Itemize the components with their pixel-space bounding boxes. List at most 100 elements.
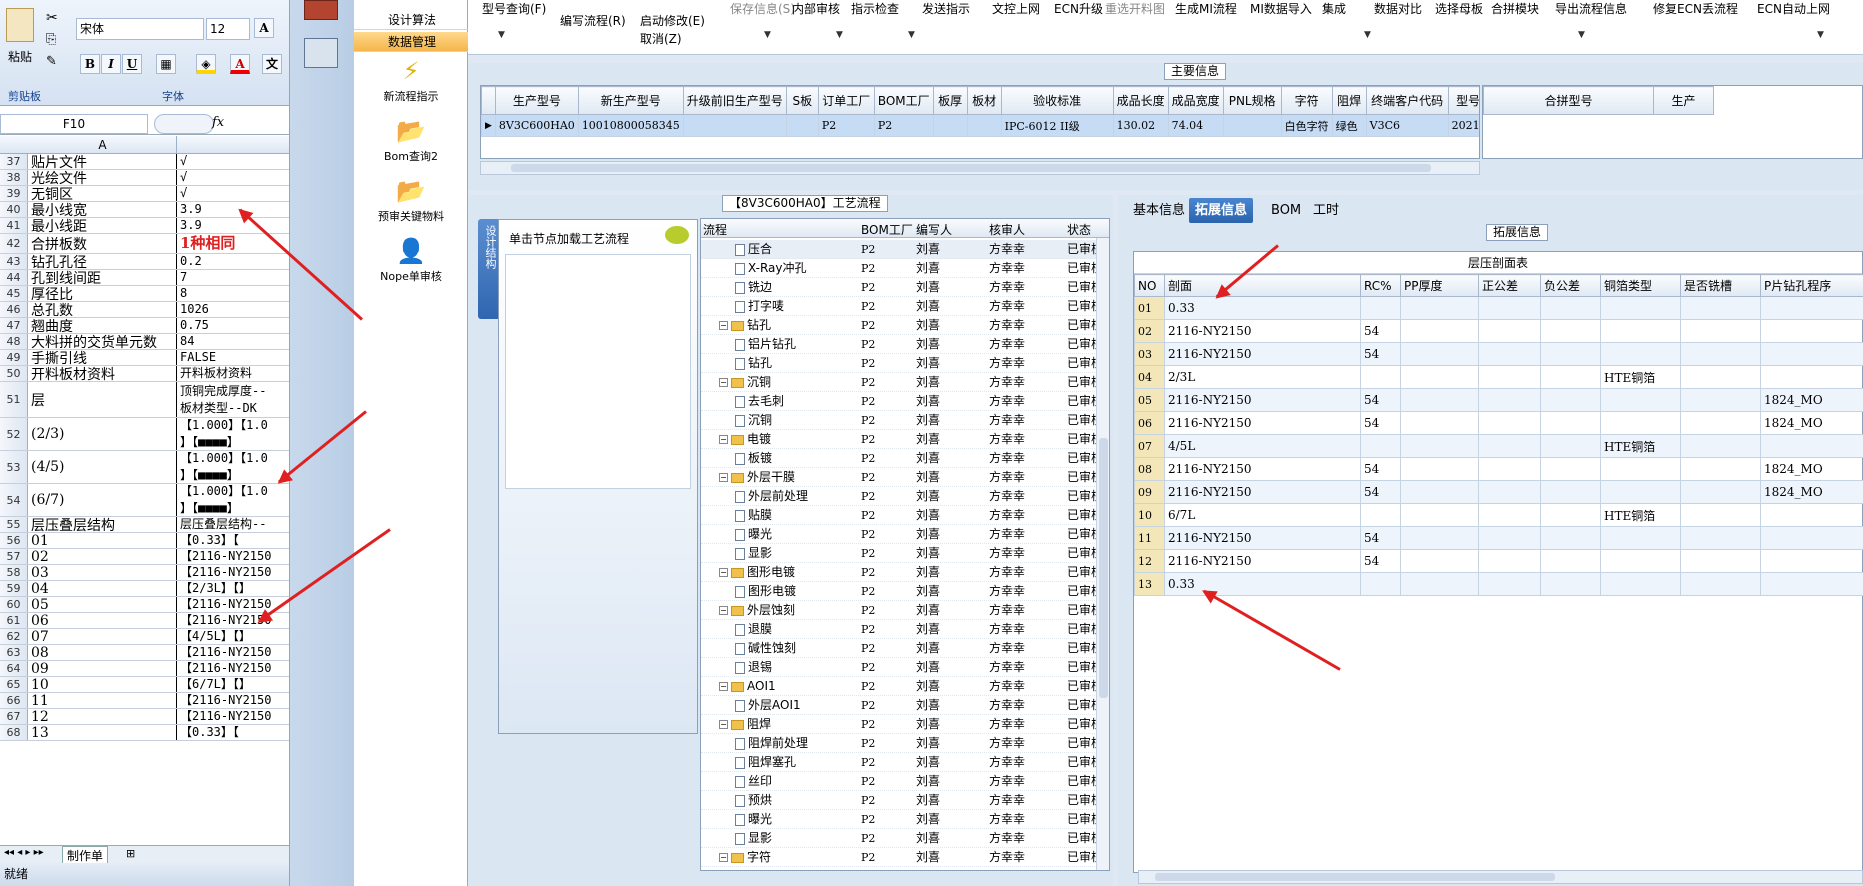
tree-row[interactable]: 预烘 P2 刘喜 方幸幸 已审核 — [701, 791, 1109, 810]
layer-cell[interactable] — [1540, 296, 1601, 320]
layer-cell[interactable] — [1600, 296, 1681, 320]
calculator-icon[interactable] — [304, 38, 338, 68]
row-number[interactable]: 54 — [0, 484, 28, 516]
sheet-row[interactable]: 48 大料拼的交货单元数 84 — [0, 334, 289, 350]
main-info-column-header[interactable]: 型号创建时间 — [1447, 86, 1479, 115]
main-info-column-header[interactable]: 板材 — [966, 86, 1002, 115]
dropdown-arrow-icon[interactable]: ▼ — [836, 30, 843, 40]
row-number[interactable]: 41 — [0, 218, 28, 233]
cell-b[interactable]: 开料板材资料 — [178, 366, 289, 381]
layer-cell[interactable] — [1400, 365, 1479, 389]
cell-a[interactable]: 12 — [29, 709, 177, 724]
sheet-row[interactable]: 67 12 【2116-NY2150 — [0, 709, 289, 725]
layer-cell[interactable] — [1600, 480, 1681, 504]
layer-cell[interactable]: 2116-NY2150 — [1164, 457, 1361, 481]
layer-cell[interactable]: 54 — [1360, 342, 1401, 366]
fx-icon[interactable]: fx — [212, 115, 224, 130]
layer-cell[interactable] — [1680, 342, 1761, 366]
main-info-column-header[interactable]: 新生产型号 — [577, 86, 684, 115]
row-number[interactable]: 42 — [0, 234, 28, 253]
cell-b[interactable]: 1026 — [178, 302, 289, 317]
tree-row[interactable]: − 字符 P2 刘喜 方幸幸 已审核 — [701, 848, 1109, 867]
layer-cell[interactable] — [1540, 503, 1601, 527]
cell-a[interactable]: 最小线宽 — [29, 202, 177, 217]
layer-cell[interactable] — [1600, 319, 1681, 343]
cell-b[interactable]: 【1.000】【1.0 】【■■■■】 — [178, 484, 289, 516]
layer-cell[interactable] — [1600, 526, 1681, 550]
row-number[interactable]: 47 — [0, 318, 28, 333]
layer-column-header[interactable]: PP厚度 — [1400, 274, 1479, 297]
layer-no[interactable]: 04 — [1134, 365, 1165, 389]
layer-cell[interactable] — [1540, 572, 1601, 596]
layer-cell[interactable] — [1540, 411, 1601, 435]
layer-cell[interactable] — [1600, 388, 1681, 412]
main-info-cell[interactable]: 10010800058345 — [577, 114, 684, 137]
main-info-cell[interactable] — [682, 114, 787, 137]
main-info-cell[interactable]: IPC-6012 II级 — [1000, 114, 1114, 137]
tree-row[interactable]: − 外层蚀刻 P2 刘喜 方幸幸 已审核 — [701, 601, 1109, 620]
layer-cell[interactable] — [1540, 319, 1601, 343]
sheet-row[interactable]: 37 贴片文件 √ — [0, 154, 289, 170]
tree-row[interactable]: 沉铜 P2 刘喜 方幸幸 已审核 — [701, 411, 1109, 430]
row-number[interactable]: 43 — [0, 254, 28, 269]
row-number[interactable]: 40 — [0, 202, 28, 217]
layer-cell[interactable] — [1760, 296, 1863, 320]
fill-color-icon[interactable]: ◈ — [196, 54, 216, 74]
row-number[interactable]: 64 — [0, 661, 28, 676]
layer-column-header[interactable]: NO — [1134, 274, 1165, 297]
name-box[interactable]: F10 — [0, 114, 148, 134]
sheet-row[interactable]: 68 13 【0.33】【 — [0, 725, 289, 741]
layer-row[interactable]: 03 2116-NY2150 54 — [1134, 342, 1863, 366]
cell-b[interactable]: 【0.33】【 — [178, 725, 289, 740]
wen-icon[interactable]: 文 — [262, 54, 282, 74]
layer-cell[interactable]: 2116-NY2150 — [1164, 388, 1361, 412]
tree-row[interactable]: 贴膜 P2 刘喜 方幸幸 已审核 — [701, 506, 1109, 525]
sheet-row[interactable]: 61 06 【2116-NY2150 — [0, 613, 289, 629]
toolbar-button[interactable]: 启动修改(E) — [640, 12, 705, 29]
layer-row[interactable]: 10 6/7L HTE铜箔 — [1134, 503, 1863, 527]
main-info-column-header[interactable]: 成品宽度 — [1167, 86, 1224, 115]
copy-icon[interactable]: ⎘ — [46, 32, 56, 47]
cell-b[interactable]: 【2116-NY2150 — [178, 565, 289, 580]
layer-cell[interactable]: HTE铜箔 — [1600, 503, 1681, 527]
sheet-row[interactable]: 66 11 【2116-NY2150 — [0, 693, 289, 709]
cell-b[interactable]: 【2116-NY2150 — [178, 613, 289, 628]
cell-a[interactable]: 钻孔孔径 — [29, 254, 177, 269]
row-number[interactable]: 56 — [0, 533, 28, 548]
row-number[interactable]: 39 — [0, 186, 28, 201]
paste-button[interactable]: 粘贴 — [8, 48, 32, 65]
layer-column-header[interactable]: 负公差 — [1540, 274, 1601, 297]
sheet-row[interactable]: 44 孔到线间距 7 — [0, 270, 289, 286]
sheet-row[interactable]: 63 08 【2116-NY2150 — [0, 645, 289, 661]
row-number[interactable]: 67 — [0, 709, 28, 724]
cell-b[interactable]: 3.9 — [178, 218, 289, 233]
layer-cell[interactable] — [1540, 457, 1601, 481]
main-info-cell[interactable]: 74.04 — [1167, 114, 1224, 137]
row-number[interactable]: 52 — [0, 418, 28, 450]
layer-cell[interactable] — [1680, 480, 1761, 504]
layer-cell[interactable] — [1680, 434, 1761, 458]
layer-cell[interactable] — [1680, 365, 1761, 389]
cell-b[interactable]: 【0.33】【 — [178, 533, 289, 548]
layer-cell[interactable] — [1478, 434, 1541, 458]
layer-cell[interactable] — [1478, 526, 1541, 550]
main-info-cell[interactable]: 绿色 — [1331, 114, 1367, 137]
factory-icon[interactable] — [304, 0, 338, 20]
row-number[interactable]: 49 — [0, 350, 28, 365]
sheet-row[interactable]: 52 (2/3) 【1.000】【1.0 】【■■■■】 — [0, 418, 289, 451]
main-info-row[interactable]: ▶ 8V3C600HA0 10010800058345 P2 P2 IPC-6012 II… — [481, 114, 1479, 137]
cell-a[interactable]: 13 — [29, 725, 177, 740]
layer-cell[interactable] — [1680, 572, 1761, 596]
layer-cell[interactable]: 2116-NY2150 — [1164, 549, 1361, 573]
layer-cell[interactable] — [1540, 526, 1601, 550]
layer-cell[interactable]: 2116-NY2150 — [1164, 342, 1361, 366]
dropdown-arrow-icon[interactable]: ▼ — [764, 30, 771, 40]
collapse-icon[interactable]: − — [719, 378, 728, 387]
cell-a[interactable]: 08 — [29, 645, 177, 660]
cell-b[interactable]: 【2116-NY2150 — [178, 661, 289, 676]
layer-cell[interactable] — [1680, 411, 1761, 435]
layer-row[interactable]: 09 2116-NY2150 54 1824_MO — [1134, 480, 1863, 504]
layer-cell[interactable]: 0.33 — [1164, 296, 1361, 320]
layer-cell[interactable]: 54 — [1360, 457, 1401, 481]
cell-a[interactable]: 03 — [29, 565, 177, 580]
